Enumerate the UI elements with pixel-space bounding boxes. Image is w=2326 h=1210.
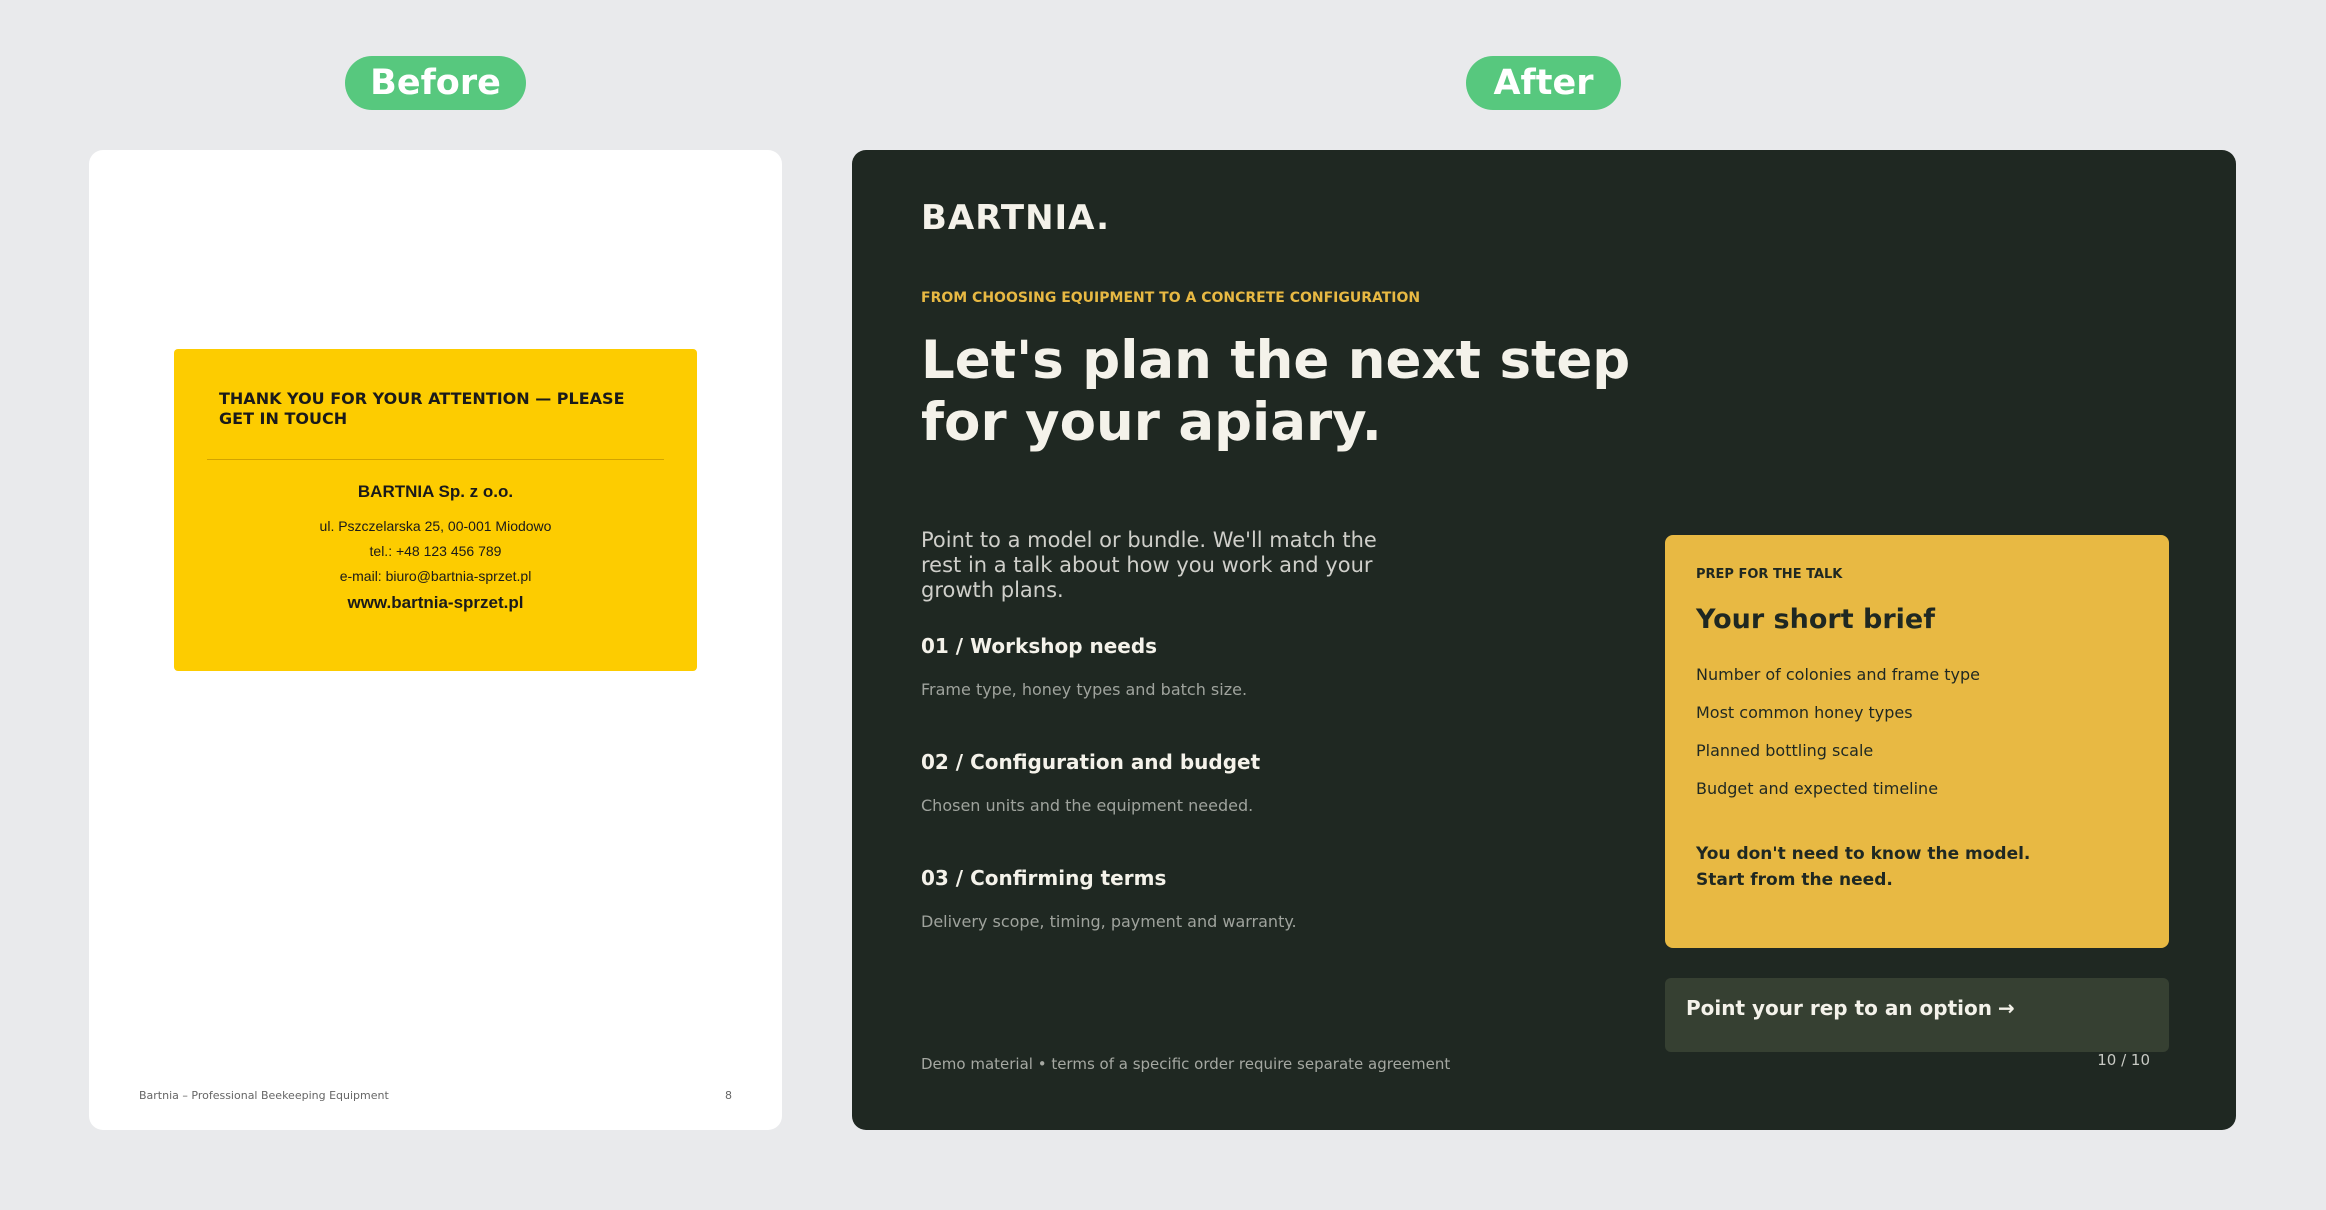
after-page-number: 10 / 10 bbox=[2097, 1051, 2150, 1069]
cta-button[interactable]: Point your rep to an option → bbox=[1665, 978, 2169, 1052]
brand-logo: BARTNIA. bbox=[921, 198, 1111, 238]
list-item: Most common honey types bbox=[1696, 703, 1913, 722]
step-description: Chosen units and the equipment needed. bbox=[921, 796, 1254, 815]
cta-label: Point your rep to an option bbox=[1686, 996, 1992, 1020]
contact-card: THANK YOU FOR YOUR ATTENTION — PLEASE GE… bbox=[174, 349, 697, 671]
step-description: Delivery scope, timing, payment and warr… bbox=[921, 912, 1297, 931]
after-label: After bbox=[1466, 56, 1621, 110]
before-footer: Bartnia – Professional Beekeeping Equipm… bbox=[139, 1089, 732, 1102]
intro-text: Point to a model or bundle. We'll match … bbox=[921, 528, 1377, 602]
before-label: Before bbox=[345, 56, 526, 110]
after-footer-text: Demo material • terms of a specific orde… bbox=[921, 1055, 1451, 1073]
list-item: Planned bottling scale bbox=[1696, 741, 1874, 760]
brief-note-line: You don't need to know the model. bbox=[1696, 844, 2031, 864]
before-footer-text: Bartnia – Professional Beekeeping Equipm… bbox=[139, 1089, 389, 1102]
company-name: BARTNIA Sp. z o.o. bbox=[357, 482, 514, 501]
company-email: e-mail: biuro@bartnia-sprzet.pl bbox=[339, 568, 532, 584]
list-item: Number of colonies and frame type bbox=[1696, 665, 1980, 684]
step-item: 03 / Confirming terms Delivery scope, ti… bbox=[921, 866, 1541, 931]
before-slide: THANK YOU FOR YOUR ATTENTION — PLEASE GE… bbox=[89, 150, 782, 1130]
before-page-number: 8 bbox=[725, 1089, 732, 1102]
company-website: www.bartnia-sprzet.pl bbox=[347, 593, 524, 612]
arrow-right-icon: → bbox=[1997, 996, 2015, 1020]
card-divider bbox=[207, 459, 664, 460]
brief-note: You don't need to know the model. Start … bbox=[1696, 841, 2137, 893]
step-description: Frame type, honey types and batch size. bbox=[921, 680, 1248, 699]
contact-card-heading: THANK YOU FOR YOUR ATTENTION — PLEASE GE… bbox=[219, 389, 625, 428]
step-title: 02 / Configuration and budget bbox=[921, 750, 1261, 774]
brief-note-line: Start from the need. bbox=[1696, 870, 1893, 890]
brief-eyebrow: PREP FOR THE TALK bbox=[1696, 567, 1843, 582]
brief-card: PREP FOR THE TALK Your short brief Numbe… bbox=[1665, 535, 2169, 948]
step-item: 01 / Workshop needs Frame type, honey ty… bbox=[921, 634, 1541, 699]
list-item: Budget and expected timeline bbox=[1696, 779, 1939, 798]
step-title: 01 / Workshop needs bbox=[921, 634, 1158, 658]
step-title: 03 / Confirming terms bbox=[921, 866, 1167, 890]
step-item: 02 / Configuration and budget Chosen uni… bbox=[921, 750, 1541, 815]
company-address: ul. Pszczelarska 25, 00-001 Miodowo bbox=[319, 518, 552, 534]
brief-title: Your short brief bbox=[1696, 604, 1935, 635]
after-slide: BARTNIA. FROM CHOOSING EQUIPMENT TO A CO… bbox=[852, 150, 2236, 1130]
eyebrow-text: FROM CHOOSING EQUIPMENT TO A CONCRETE CO… bbox=[921, 290, 1421, 306]
brief-list: Number of colonies and frame type Most c… bbox=[1696, 665, 2137, 799]
slide-headline: Let's plan the next step for your apiary… bbox=[921, 330, 1631, 453]
company-phone: tel.: +48 123 456 789 bbox=[369, 543, 502, 559]
